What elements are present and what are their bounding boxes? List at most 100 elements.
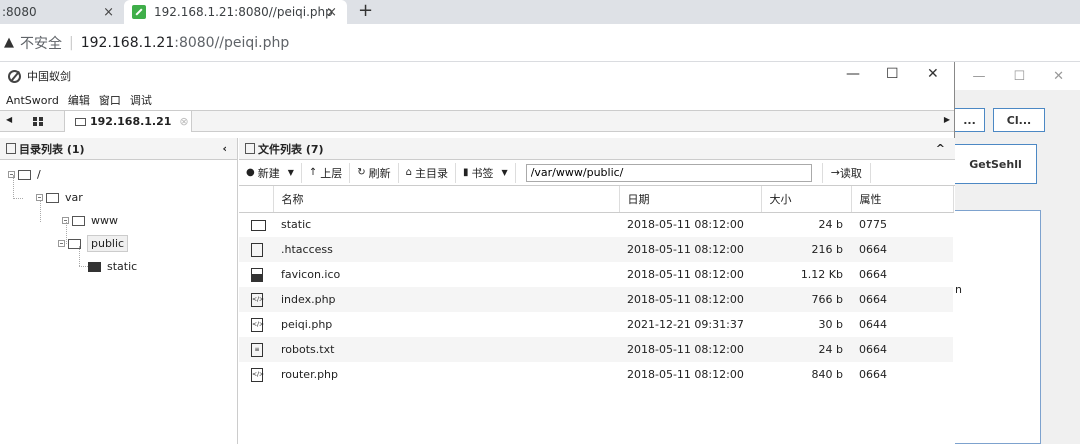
- code-file-icon: </>: [251, 292, 264, 307]
- window-icon: [75, 117, 86, 126]
- scroll-right-icon[interactable]: ▶: [944, 115, 950, 124]
- document-icon: [245, 143, 255, 154]
- path-input[interactable]: [525, 163, 812, 182]
- close-icon[interactable]: ✕: [1053, 69, 1064, 84]
- url-text[interactable]: 192.168.1.21:8080//peiqi.php: [81, 35, 290, 51]
- partial-text: n: [955, 283, 962, 296]
- close-tab-icon[interactable]: ⊗: [179, 115, 188, 128]
- bookmark-button[interactable]: ▮ 书签 ▼: [456, 162, 516, 183]
- tree-node-var[interactable]: var: [36, 191, 83, 204]
- code-file-icon: </>: [251, 367, 264, 382]
- menu-window[interactable]: 窗口: [99, 92, 121, 108]
- minimize-icon[interactable]: —: [972, 69, 985, 84]
- new-tab-button[interactable]: +: [358, 0, 373, 24]
- table-header-row: 名称 日期 大小 属性: [239, 186, 954, 213]
- file-date: 2018-05-11 08:12:00: [619, 287, 761, 312]
- table-row[interactable]: static 2018-05-11 08:12:00 24 b 0775: [239, 212, 953, 237]
- tree-node-public[interactable]: public: [58, 235, 129, 252]
- window-title: 中国蚁剑: [27, 70, 71, 83]
- column-header-size[interactable]: 大小: [761, 186, 852, 213]
- bookmark-button-label: 书签: [471, 166, 494, 180]
- menu-antsword[interactable]: AntSword: [6, 94, 59, 107]
- close-tab-icon[interactable]: ×: [103, 5, 114, 20]
- file-attr: 0775: [859, 218, 887, 232]
- browser-tab-active[interactable]: 192.168.1.21:8080//peiqi.php ×: [124, 0, 347, 24]
- table-row[interactable]: ≡ robots.txt 2018-05-11 08:12:00 24 b 06…: [239, 337, 953, 362]
- table-row[interactable]: </> index.php 2018-05-11 08:12:00 766 b …: [239, 287, 953, 312]
- column-header-attr[interactable]: 属性: [851, 186, 954, 213]
- address-bar[interactable]: ▲ 不安全 | 192.168.1.21:8080//peiqi.php: [0, 24, 1080, 62]
- table-row[interactable]: </> peiqi.php 2021-12-21 09:31:37 30 b 0…: [239, 312, 953, 337]
- get-shell-button[interactable]: GetSehll: [955, 144, 1037, 184]
- file-size: 24 b: [818, 218, 843, 232]
- file-icon: [251, 242, 263, 257]
- collapse-icon[interactable]: [8, 171, 15, 178]
- new-button[interactable]: ● 新建 ▼: [239, 162, 302, 183]
- file-attr: 0664: [859, 268, 887, 281]
- home-button[interactable]: ⌂ 主目录: [399, 162, 457, 183]
- file-table: 名称 日期 大小 属性 static 2018-05-11 08:12:00 2…: [239, 186, 954, 387]
- insecure-label[interactable]: 不安全: [20, 33, 62, 53]
- table-row[interactable]: favicon.ico 2018-05-11 08:12:00 1.12 Kb …: [239, 262, 953, 287]
- file-attr: 0664: [851, 237, 953, 262]
- file-date: 2021-12-21 09:31:37: [627, 318, 744, 331]
- file-size: 840 b: [811, 368, 843, 381]
- background-button[interactable]: Cl...: [993, 108, 1045, 132]
- window-titlebar[interactable]: 中国蚁剑 — ☐ ✕: [0, 62, 954, 90]
- column-header-name[interactable]: 名称: [273, 186, 620, 213]
- table-row[interactable]: .htaccess 2018-05-11 08:12:00 216 b 0664: [239, 237, 953, 262]
- read-button[interactable]: → 读取: [821, 162, 871, 183]
- dropdown-arrow-icon: ▼: [501, 168, 508, 177]
- dropdown-arrow-icon: ▼: [287, 168, 294, 177]
- up-button[interactable]: ↑ 上层: [302, 162, 351, 183]
- close-button[interactable]: ✕: [927, 66, 939, 82]
- column-header-icon: [239, 186, 274, 213]
- new-button-label: 新建: [257, 166, 280, 180]
- refresh-icon: ↻: [357, 167, 366, 178]
- close-tab-icon[interactable]: ×: [326, 5, 337, 20]
- folder-icon: [18, 169, 31, 180]
- image-file-icon: [251, 267, 263, 282]
- collapse-icon[interactable]: [58, 240, 65, 247]
- file-size: 766 b: [761, 287, 851, 312]
- scroll-left-icon[interactable]: ◀: [6, 115, 12, 124]
- up-button-label: 上层: [320, 166, 343, 180]
- plus-circle-icon: ●: [246, 167, 255, 178]
- table-row[interactable]: </> router.php 2018-05-11 08:12:00 840 b…: [239, 362, 953, 387]
- browser-tab-title: :8080: [2, 5, 37, 19]
- file-size: 1.12 Kb: [800, 268, 843, 281]
- favicon-icon: [132, 5, 146, 19]
- maximize-icon[interactable]: ☐: [1013, 69, 1025, 84]
- file-toolbar: ● 新建 ▼ ↑ 上层 ↻ 刷新 ⌂ 主目录 ▮ 书签 ▼ /var/www/p…: [239, 160, 955, 186]
- tree-node-label: var: [65, 191, 83, 204]
- menu-edit[interactable]: 编辑: [68, 92, 90, 108]
- menu-debug[interactable]: 调试: [130, 92, 152, 108]
- file-name: robots.txt: [273, 337, 619, 362]
- collapse-icon[interactable]: [62, 217, 69, 224]
- file-attr: 0644: [859, 318, 887, 331]
- divider: |: [69, 34, 74, 51]
- maximize-button[interactable]: ☐: [886, 66, 899, 82]
- browser-tab-inactive[interactable]: :8080 ×: [0, 0, 124, 24]
- tree-node-root[interactable]: /: [8, 168, 41, 181]
- browser-tab-bar: :8080 × 192.168.1.21:8080//peiqi.php × +: [0, 0, 1080, 24]
- file-name: .htaccess: [273, 237, 619, 262]
- column-header-date[interactable]: 日期: [619, 186, 762, 213]
- grid-icon[interactable]: [33, 117, 43, 126]
- collapse-icon[interactable]: [36, 194, 43, 201]
- code-file-icon: </>: [251, 317, 264, 332]
- background-button[interactable]: ...: [955, 108, 985, 132]
- tree-node-label: www: [91, 214, 118, 227]
- file-date: 2018-05-11 08:12:00: [619, 237, 761, 262]
- refresh-button[interactable]: ↻ 刷新: [350, 162, 399, 183]
- home-icon: ⌂: [405, 167, 413, 178]
- url-path: :8080//peiqi.php: [174, 34, 290, 51]
- warning-icon[interactable]: ▲: [4, 35, 14, 50]
- collapse-left-icon[interactable]: ‹: [222, 142, 227, 155]
- collapse-up-icon[interactable]: ^: [936, 142, 945, 155]
- folder-icon: [251, 219, 266, 231]
- shell-tab[interactable]: 192.168.1.21 ⊗: [64, 111, 192, 132]
- tree-node-static[interactable]: static: [88, 260, 137, 273]
- minimize-button[interactable]: —: [846, 66, 860, 82]
- tree-node-www[interactable]: www: [62, 214, 118, 227]
